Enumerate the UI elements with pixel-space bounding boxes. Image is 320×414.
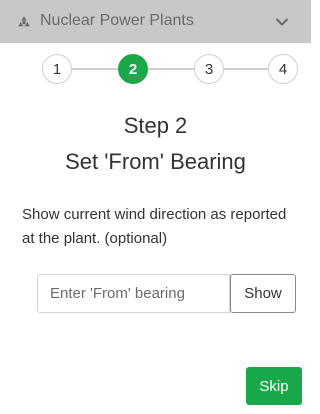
chevron-down-icon[interactable]	[275, 15, 289, 29]
step-3[interactable]: 3	[194, 54, 224, 84]
step-connector	[72, 68, 118, 70]
step-number: 3	[204, 60, 214, 78]
nuclear-icon	[18, 16, 30, 27]
panel-header[interactable]: Nuclear Power Plants	[0, 0, 311, 43]
step-number: 1	[52, 60, 62, 78]
step-connector	[224, 68, 268, 70]
step-number: 2	[128, 60, 138, 78]
show-button[interactable]: Show	[230, 274, 296, 313]
skip-button[interactable]: Skip	[246, 367, 302, 405]
step-2-active[interactable]: 2	[118, 54, 148, 84]
from-bearing-input[interactable]	[37, 274, 230, 313]
step-indicator: 1 2 3 4	[0, 52, 311, 86]
panel-title: Nuclear Power Plants	[40, 12, 194, 29]
step-heading: Step 2	[123, 113, 188, 138]
step-4[interactable]: 4	[268, 54, 298, 84]
step-number: 4	[278, 60, 288, 78]
step-1[interactable]: 1	[42, 54, 72, 84]
step-connector	[148, 68, 194, 70]
step-title: Set 'From' Bearing	[65, 149, 246, 174]
step-description: Show current wind direction as reported …	[22, 206, 287, 247]
